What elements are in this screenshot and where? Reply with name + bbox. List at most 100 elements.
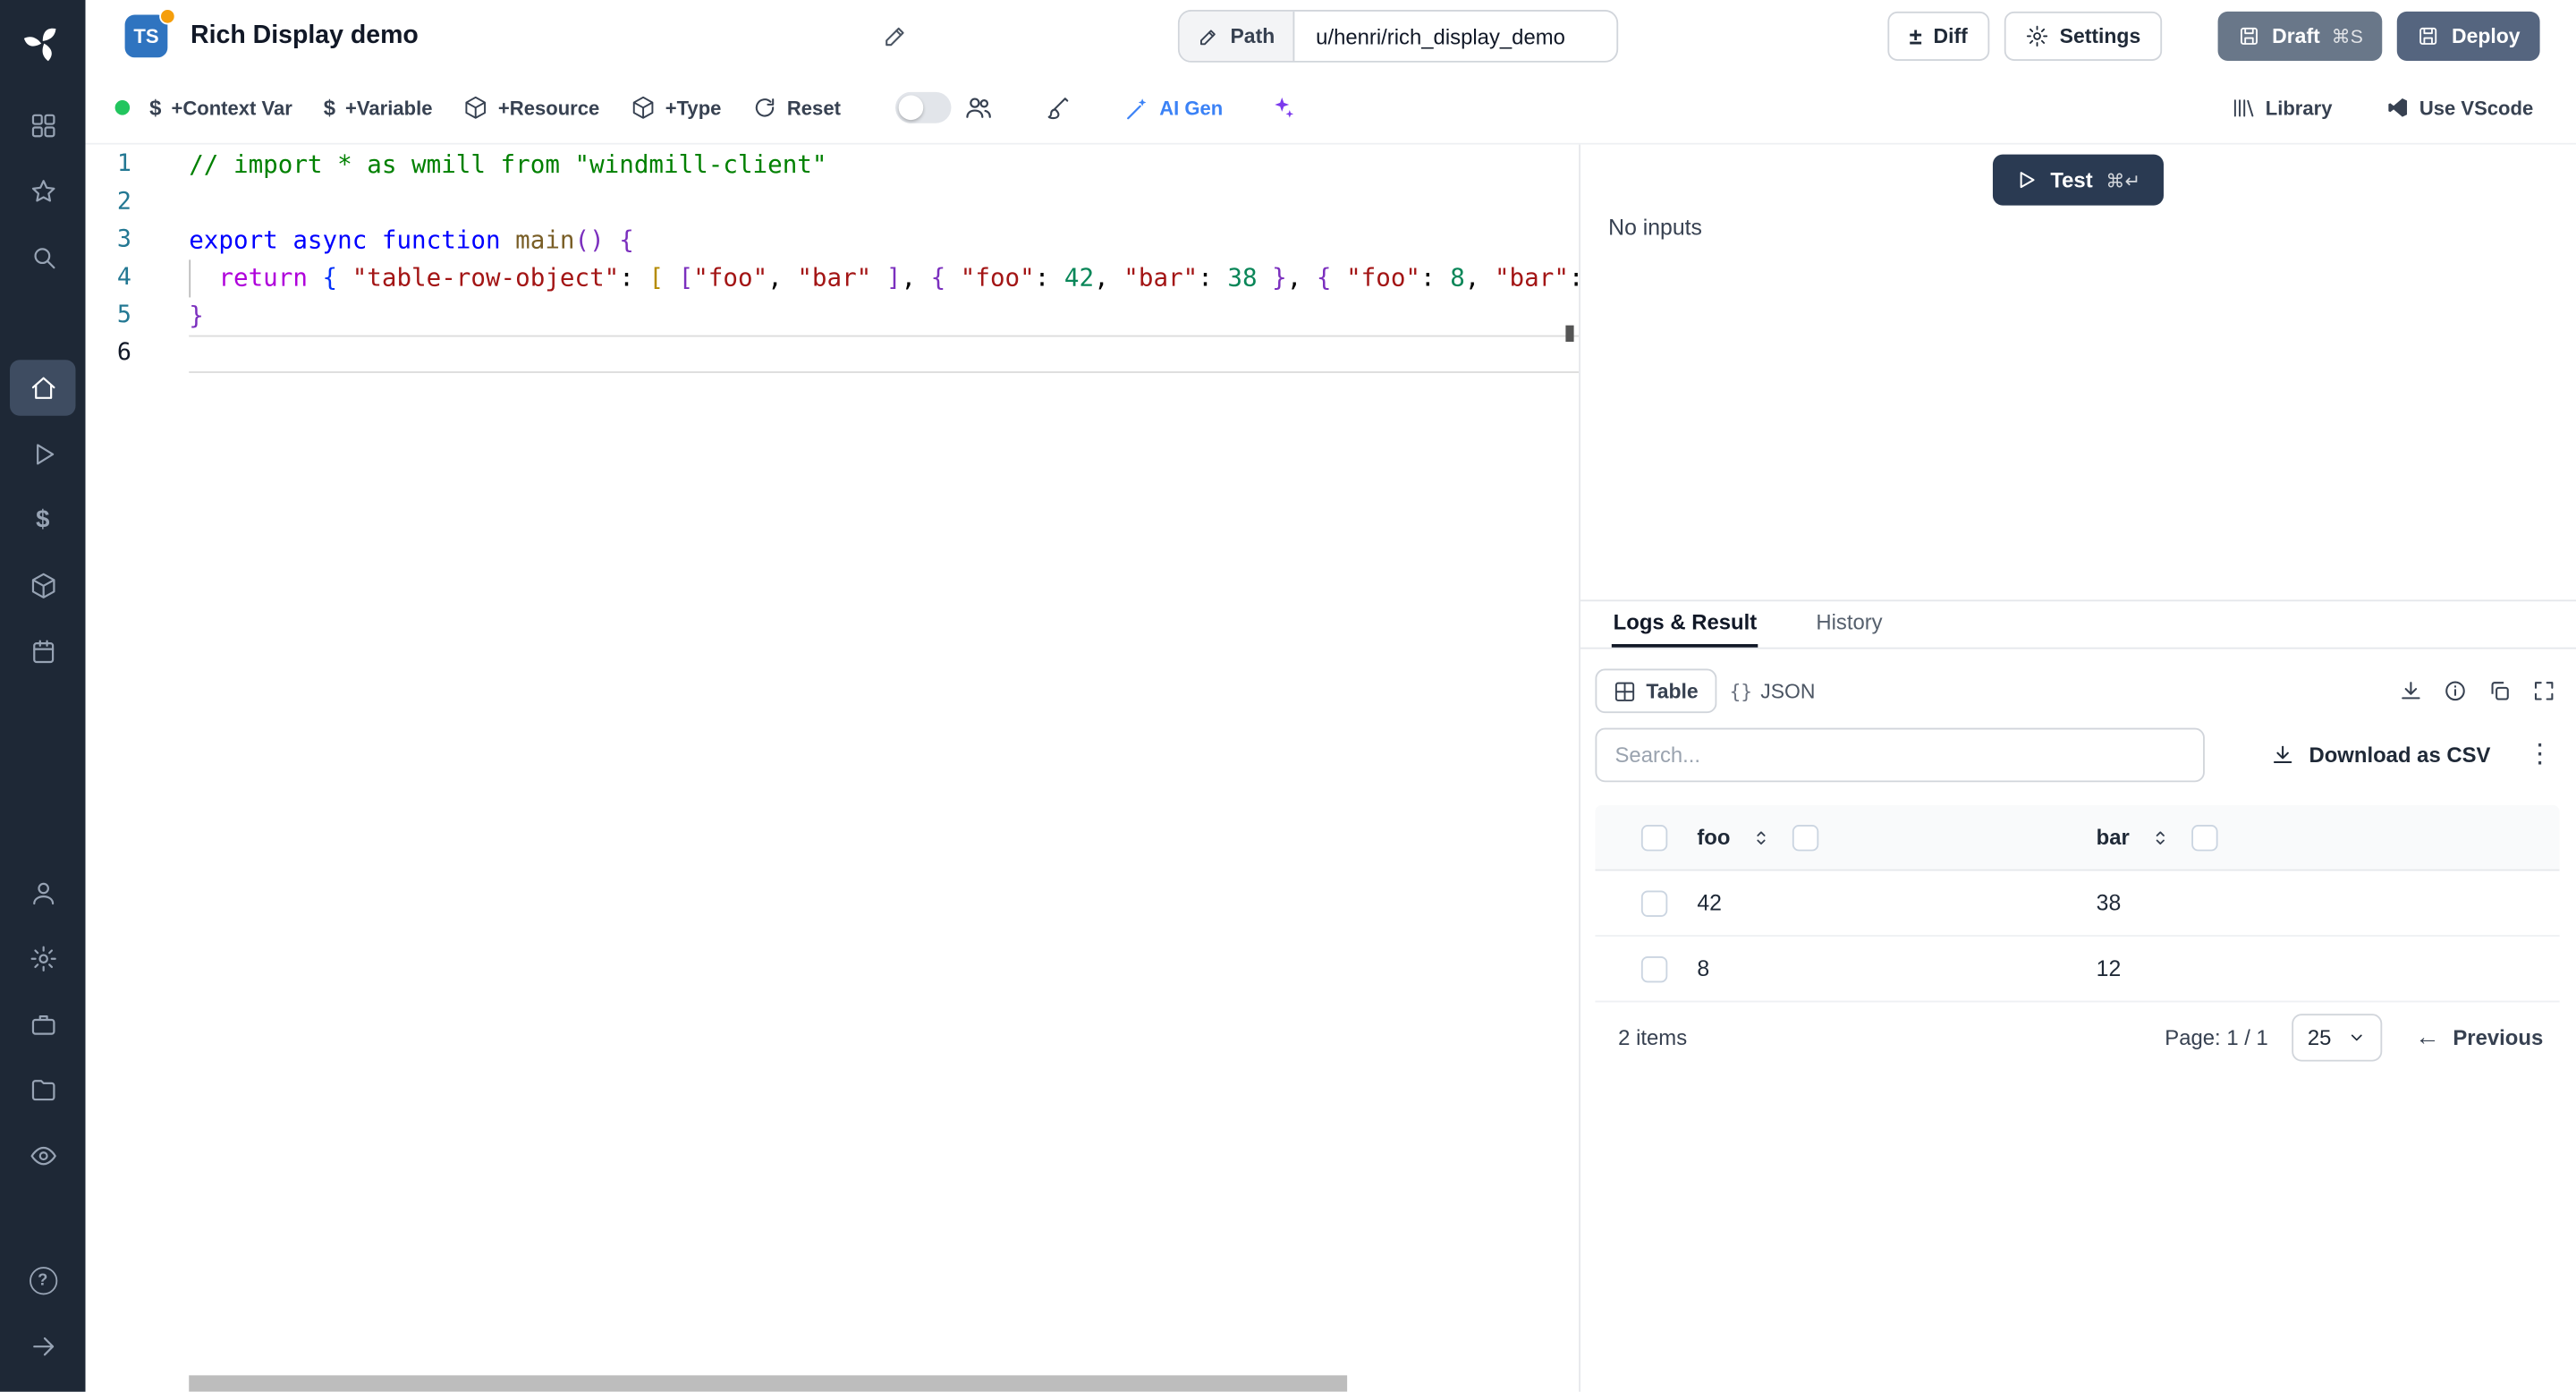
path-value: u/henri/rich_display_demo xyxy=(1294,12,1616,61)
language-badge-ts: TS xyxy=(125,15,168,58)
code-line[interactable]: 1// import * as wmill from "windmill-cli… xyxy=(86,146,1580,183)
sidebar-item-variables[interactable]: $ xyxy=(10,491,75,547)
sidebar-item-schedules[interactable] xyxy=(10,623,75,678)
expand-result-button[interactable] xyxy=(2531,679,2556,704)
download-icon xyxy=(2271,743,2296,768)
eye-icon xyxy=(29,1142,56,1169)
plus-minus-icon: ± xyxy=(1910,25,1922,48)
view-table-button[interactable]: Table xyxy=(1595,669,1716,714)
code-line[interactable]: 4 return { "table-row-object": [ ["foo",… xyxy=(86,259,1580,297)
row-checkbox[interactable] xyxy=(1641,890,1667,916)
sidebar-collapse[interactable] xyxy=(10,1318,75,1373)
vscode-icon xyxy=(2385,96,2410,121)
result-info-button[interactable] xyxy=(2443,679,2468,704)
sort-bar-button[interactable] xyxy=(2151,828,2171,847)
right-panel: Test ⌘↵ No inputs Logs & Result History xyxy=(1579,145,2576,1392)
package-icon xyxy=(631,96,656,121)
multiplayer-button[interactable] xyxy=(964,94,992,122)
sidebar: $ xyxy=(0,0,86,1392)
draft-button[interactable]: Draft ⌘S xyxy=(2218,12,2383,61)
play-icon xyxy=(29,439,56,467)
overview-ruler-cursor xyxy=(1565,326,1573,342)
sort-icon xyxy=(2151,828,2171,847)
table-body: 4238812 xyxy=(1595,870,2559,1002)
table-row[interactable]: 812 xyxy=(1595,937,2559,1002)
add-type-button[interactable]: +Type xyxy=(631,96,721,121)
sidebar-item-audit-logs[interactable] xyxy=(10,1127,75,1183)
library-button[interactable]: Library xyxy=(2231,96,2332,121)
sidebar-item-search[interactable] xyxy=(10,228,75,284)
magic-wand-icon xyxy=(1123,95,1149,121)
sort-icon xyxy=(1751,828,1771,847)
sidebar-item-folders[interactable] xyxy=(10,1062,75,1117)
sidebar-item-settings[interactable] xyxy=(10,930,75,986)
path-edit-button[interactable]: Path xyxy=(1180,12,1295,61)
folder-icon xyxy=(29,1075,56,1103)
test-button[interactable]: Test ⌘↵ xyxy=(1993,155,2164,206)
sidebar-item-workers[interactable] xyxy=(10,996,75,1051)
code-line[interactable]: 6 xyxy=(86,335,1580,373)
info-icon xyxy=(2443,679,2468,704)
more-options-button[interactable]: ⋮ xyxy=(2527,742,2553,768)
tab-logs-result[interactable]: Logs & Result xyxy=(1612,601,1758,647)
left-arrow-icon: ← xyxy=(2415,1023,2440,1050)
code-line[interactable]: 2 xyxy=(86,184,1580,222)
editor-toolbar: $ +Context Var $ +Variable +Resource +Ty… xyxy=(86,72,2576,145)
cell-bar: 12 xyxy=(2087,956,2560,981)
column-bar-checkbox[interactable] xyxy=(2192,824,2218,850)
table-footer: 2 items Page: 1 / 1 25 xyxy=(1595,1002,2559,1071)
sort-foo-button[interactable] xyxy=(1751,828,1771,847)
ai-gen-button[interactable]: AI Gen xyxy=(1123,95,1223,121)
edit-summary-icon[interactable] xyxy=(882,23,908,49)
download-csv-button[interactable]: Download as CSV xyxy=(2261,736,2500,774)
header: TS Rich Display demo Path u/henri/rich_d… xyxy=(86,0,2576,72)
add-variable-button[interactable]: $ +Variable xyxy=(324,96,433,121)
download-result-button[interactable] xyxy=(2399,679,2424,704)
no-inputs-text: No inputs xyxy=(1608,216,2576,241)
code-line[interactable]: 5} xyxy=(86,297,1580,335)
line-number: 1 xyxy=(86,146,131,183)
search-input[interactable] xyxy=(1595,728,2204,783)
path-control[interactable]: Path u/henri/rich_display_demo xyxy=(1178,10,1618,63)
code-lines: 1// import * as wmill from "windmill-cli… xyxy=(86,146,1580,372)
braces-icon: {} xyxy=(1730,679,1752,702)
reset-button[interactable]: Reset xyxy=(752,96,841,121)
deploy-button[interactable]: Deploy xyxy=(2397,12,2539,61)
view-json-button[interactable]: {} JSON xyxy=(1716,669,1828,714)
add-resource-button[interactable]: +Resource xyxy=(463,96,599,121)
sidebar-item-help[interactable]: ? xyxy=(10,1252,75,1308)
sidebar-item-runs[interactable] xyxy=(10,426,75,481)
windmill-logo[interactable] xyxy=(16,16,69,69)
use-vscode-button[interactable]: Use VScode xyxy=(2385,96,2533,121)
sidebar-item-home[interactable] xyxy=(10,360,75,415)
sparkles-button[interactable] xyxy=(1271,95,1297,121)
sidebar-item-users[interactable] xyxy=(10,864,75,920)
row-checkbox[interactable] xyxy=(1641,955,1667,981)
path-label: Path xyxy=(1230,25,1275,48)
add-context-var-button[interactable]: $ +Context Var xyxy=(149,96,292,121)
diff-button[interactable]: ± Diff xyxy=(1888,12,1989,61)
gear-icon xyxy=(2025,25,2048,48)
sidebar-item-favorites[interactable] xyxy=(10,163,75,218)
column-foo-checkbox[interactable] xyxy=(1792,824,1818,850)
copy-result-button[interactable] xyxy=(2487,679,2512,704)
sidebar-item-resources[interactable] xyxy=(10,557,75,613)
editor-horizontal-scrollbar[interactable] xyxy=(189,1375,1347,1391)
arrow-right-icon xyxy=(29,1332,56,1360)
format-button[interactable] xyxy=(1046,95,1072,121)
select-all-checkbox[interactable] xyxy=(1641,824,1667,850)
settings-button[interactable]: Settings xyxy=(2004,12,2162,61)
play-icon xyxy=(2016,169,2038,191)
assistant-toggle[interactable] xyxy=(895,92,951,123)
page-size-select[interactable]: 25 xyxy=(2292,1013,2383,1060)
result-tabs: Logs & Result History xyxy=(1580,601,2576,649)
copy-icon xyxy=(2487,679,2512,704)
tab-history[interactable]: History xyxy=(1814,601,1884,644)
table-row[interactable]: 4238 xyxy=(1595,870,2559,936)
code-line[interactable]: 3export async function main() { xyxy=(86,222,1580,259)
previous-page-button[interactable]: ← Previous xyxy=(2405,1016,2553,1057)
code-editor[interactable]: 1// import * as wmill from "windmill-cli… xyxy=(86,145,1580,1392)
dollar-icon: $ xyxy=(149,96,161,121)
expand-icon xyxy=(2531,679,2556,704)
sidebar-item-dashboard[interactable] xyxy=(10,97,75,152)
